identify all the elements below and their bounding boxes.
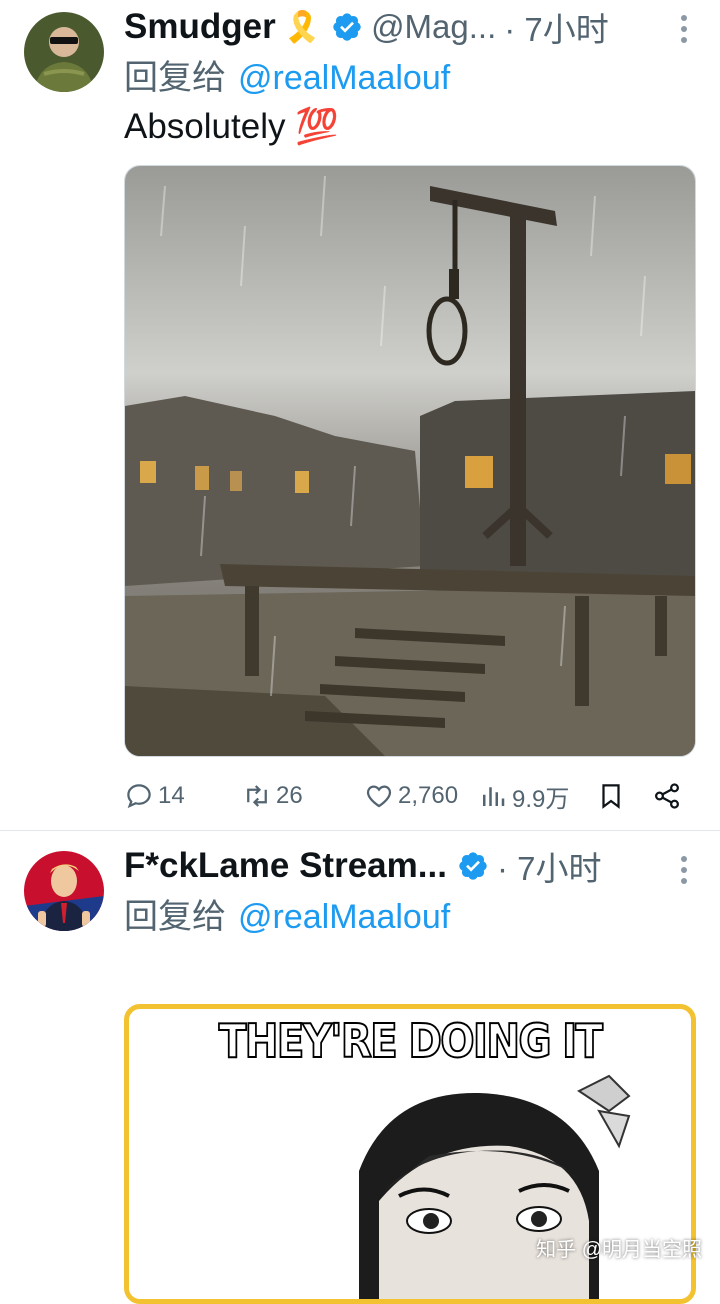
author-handle[interactable]: @Mag...: [371, 8, 496, 46]
verified-badge-icon: [333, 13, 361, 41]
tweet-time[interactable]: · 7小时: [497, 842, 602, 890]
reply-prefix: 回复给: [124, 898, 226, 936]
ribbon-emoji: 🎗️: [283, 10, 322, 44]
bookmark-button[interactable]: [596, 776, 626, 816]
reply-prefix: 回复给: [124, 59, 226, 97]
like-button[interactable]: 2,760: [364, 776, 458, 816]
verified-badge-icon: [459, 852, 487, 880]
tweet-text: Absolutely 💯: [124, 107, 339, 146]
reply-mention-link[interactable]: @realMaalouf: [238, 898, 450, 936]
repost-button[interactable]: 26: [242, 776, 303, 816]
author-avatar[interactable]: [24, 851, 104, 931]
tweet-image[interactable]: [124, 165, 696, 757]
retro-woman-illustration: [129, 1071, 691, 1299]
tweet-1[interactable]: Smudger 🎗️ @Mag... · 7小时 回复给 @realMaalouf…: [0, 0, 720, 830]
tweet-actions: 14 26 2,760 9.9万: [124, 776, 694, 816]
share-button[interactable]: [652, 776, 682, 816]
repost-count: 26: [276, 782, 303, 809]
views-icon: [483, 787, 505, 806]
reply-icon: [127, 784, 151, 809]
reply-context: 回复给 @realMaalouf: [124, 889, 450, 938]
tweet-header: Smudger 🎗️ @Mag... · 7小时: [124, 2, 609, 52]
author-name[interactable]: Smudger: [124, 7, 276, 47]
gallows-image: [125, 166, 695, 756]
reply-mention-link[interactable]: @realMaalouf: [238, 59, 450, 97]
more-options-icon[interactable]: [676, 853, 692, 887]
tweet-2[interactable]: F*ckLame Stream... · 7小时 回复给 @realMaalouf…: [0, 831, 720, 1304]
view-count: 9.9万: [512, 785, 570, 813]
author-avatar[interactable]: [24, 12, 104, 92]
bookmark-icon: [602, 784, 620, 809]
reply-button[interactable]: 14: [124, 776, 185, 816]
reply-count: 14: [158, 782, 185, 809]
watermark: 知乎 @明月当空照: [536, 1239, 702, 1261]
like-count: 2,760: [398, 782, 459, 809]
views-button[interactable]: 9.9万: [478, 776, 569, 816]
repost-icon: [247, 785, 267, 807]
tweet-time[interactable]: · 7小时: [504, 3, 609, 51]
tweet-header: F*ckLame Stream... · 7小时: [124, 841, 601, 891]
share-icon: [654, 783, 680, 809]
heart-icon: [366, 785, 392, 808]
author-name[interactable]: F*ckLame Stream...: [124, 846, 447, 886]
more-options-icon[interactable]: [676, 12, 692, 46]
reply-context: 回复给 @realMaalouf: [124, 50, 450, 99]
